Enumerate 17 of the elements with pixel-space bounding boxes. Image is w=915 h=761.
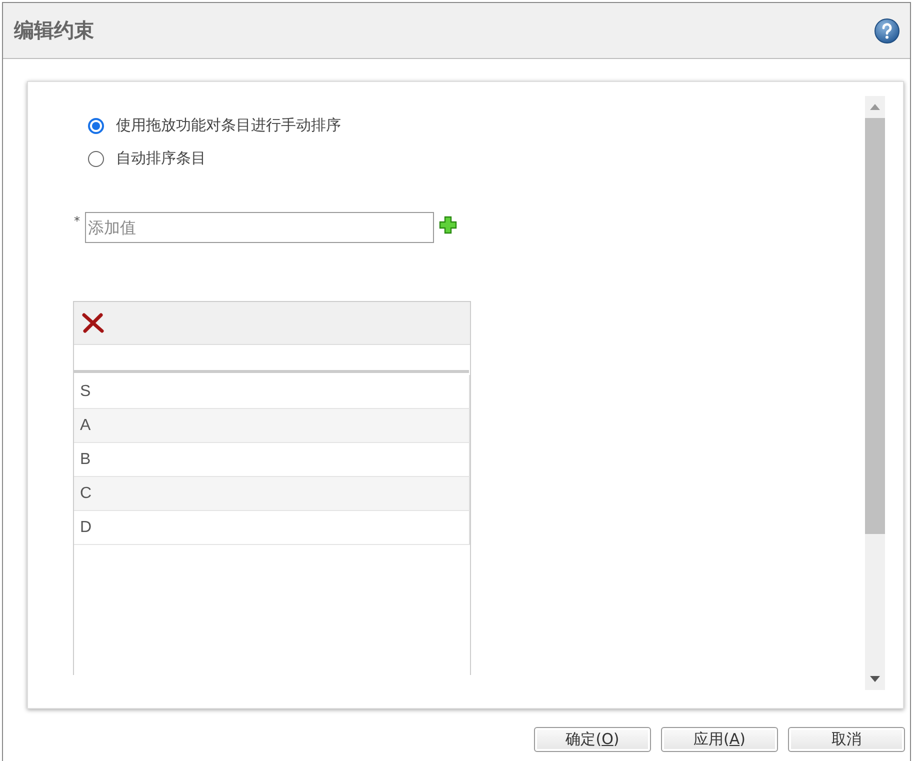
radio-button[interactable] <box>88 150 104 166</box>
help-icon[interactable] <box>874 18 900 44</box>
dialog-button[interactable]: 应用(A) <box>661 727 778 752</box>
scrollbar[interactable] <box>865 96 885 690</box>
add-value-field[interactable]: 添加值 <box>85 212 434 243</box>
dialog-button[interactable]: 取消 <box>788 727 905 752</box>
window-title: 编辑约束 <box>14 17 94 44</box>
list-item[interactable]: A <box>74 409 470 443</box>
dialog-button[interactable]: 确定(O) <box>534 727 651 752</box>
delete-icon[interactable] <box>82 313 104 333</box>
required-mark: * <box>74 214 80 228</box>
radio-button[interactable] <box>88 118 104 134</box>
radio-label: 自动排序条目 <box>116 149 206 168</box>
radio-label: 使用拖放功能对条目进行手动排序 <box>116 116 341 135</box>
add-icon[interactable] <box>439 216 457 234</box>
list-item[interactable]: C <box>74 477 470 511</box>
list-item[interactable]: D <box>74 511 470 545</box>
